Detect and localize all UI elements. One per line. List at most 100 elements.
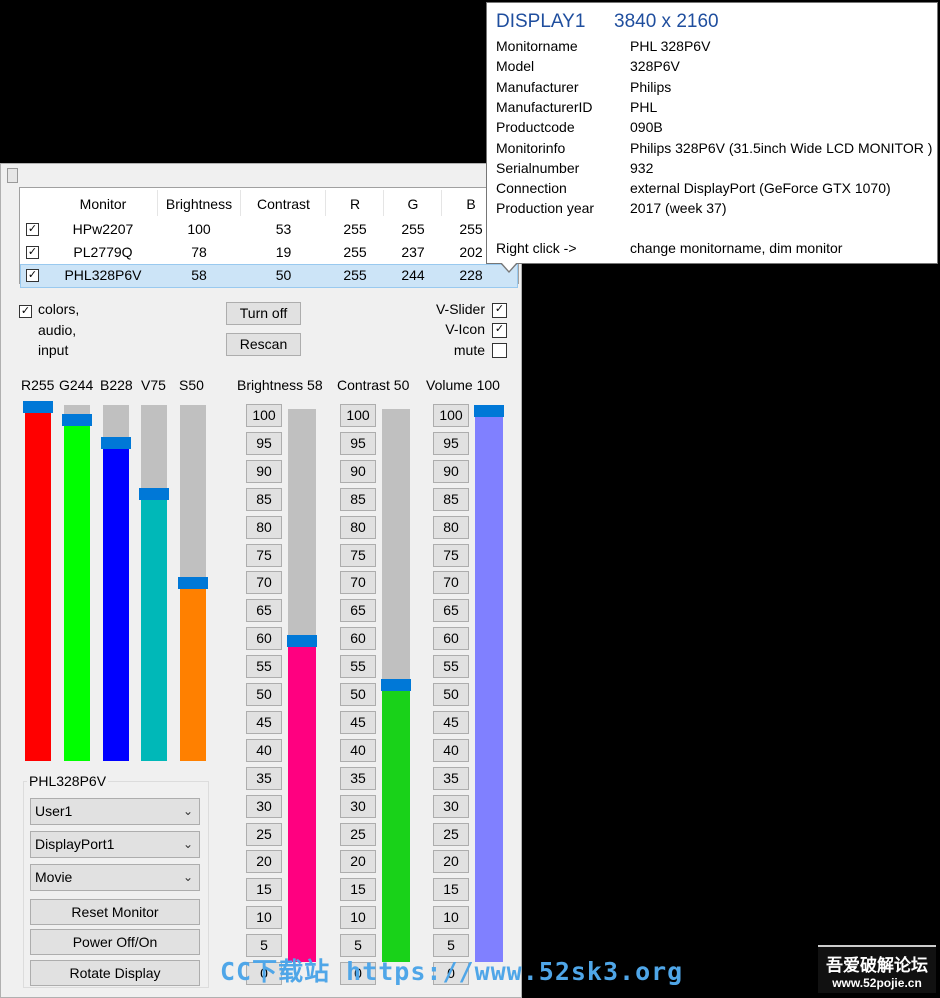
window-grip-icon[interactable] <box>7 168 18 183</box>
contrast-step-button-95[interactable]: 95 <box>340 431 376 455</box>
chevron-down-icon: ⌄ <box>182 837 193 851</box>
tooltip-key: Model <box>496 58 535 75</box>
column-header-g[interactable]: G <box>384 194 442 214</box>
contrast-step-button-40[interactable]: 40 <box>340 738 376 762</box>
monitor-info-tooltip: DISPLAY1 3840 x 2160 Monitorname PHL 328P… <box>486 2 938 264</box>
brightness-step-button-45[interactable]: 45 <box>246 710 282 734</box>
contrast-step-button-30[interactable]: 30 <box>340 794 376 818</box>
v-icon-label: V-Icon <box>445 321 485 337</box>
brightness-step-button-100[interactable]: 100 <box>246 404 282 427</box>
brightness-step-button-30[interactable]: 30 <box>246 794 282 818</box>
mute-checkbox[interactable] <box>492 343 507 358</box>
contrast-step-button-80[interactable]: 80 <box>340 515 376 539</box>
contrast-step-button-55[interactable]: 55 <box>340 655 376 679</box>
reset-monitor-button[interactable]: Reset Monitor <box>30 899 200 925</box>
table-row[interactable]: ✓ HPw2207 100 53 255 255 255 <box>20 218 518 242</box>
volume-step-button-60[interactable]: 60 <box>433 627 469 651</box>
column-header-brightness[interactable]: Brightness <box>158 194 240 214</box>
contrast-step-button-90[interactable]: 90 <box>340 459 376 483</box>
v-slider-checkbox[interactable]: ✓ <box>492 303 507 318</box>
volume-step-button-15[interactable]: 15 <box>433 878 469 902</box>
volume-step-button-45[interactable]: 45 <box>433 710 469 734</box>
row-checkbox[interactable]: ✓ <box>26 269 39 282</box>
brightness-step-button-65[interactable]: 65 <box>246 599 282 623</box>
brightness-step-button-25[interactable]: 25 <box>246 822 282 846</box>
contrast-step-button-100[interactable]: 100 <box>340 404 376 427</box>
rotate-display-button[interactable]: Rotate Display <box>30 960 200 986</box>
preset-select[interactable]: User1 ⌄ <box>30 798 200 825</box>
brightness-step-button-90[interactable]: 90 <box>246 459 282 483</box>
s-slider[interactable] <box>178 405 208 761</box>
brightness-step-button-85[interactable]: 85 <box>246 487 282 511</box>
brightness-step-button-50[interactable]: 50 <box>246 683 282 706</box>
cell-b: 228 <box>459 267 483 283</box>
mode-select[interactable]: Movie ⌄ <box>30 864 200 891</box>
v-slider-value-label: V75 <box>141 377 166 393</box>
row-checkbox[interactable]: ✓ <box>26 223 39 236</box>
brightness-step-button-75[interactable]: 75 <box>246 543 282 567</box>
contrast-step-button-10[interactable]: 10 <box>340 906 376 930</box>
volume-slider[interactable] <box>474 405 504 962</box>
row-checkbox[interactable]: ✓ <box>26 246 39 259</box>
volume-step-button-20[interactable]: 20 <box>433 850 469 874</box>
cell-contrast: 53 <box>275 221 292 237</box>
contrast-step-button-65[interactable]: 65 <box>340 599 376 623</box>
g-slider[interactable] <box>62 405 92 761</box>
r-slider[interactable] <box>23 401 53 761</box>
column-header-r[interactable]: R <box>326 194 384 214</box>
volume-step-button-85[interactable]: 85 <box>433 487 469 511</box>
colors-checkbox[interactable]: ✓ <box>19 305 32 318</box>
volume-step-button-100[interactable]: 100 <box>433 404 469 427</box>
volume-step-button-70[interactable]: 70 <box>433 571 469 595</box>
brightness-step-button-20[interactable]: 20 <box>246 850 282 874</box>
volume-step-button-75[interactable]: 75 <box>433 543 469 567</box>
table-row[interactable]: ✓ PL2779Q 78 19 255 237 202 <box>20 241 518 265</box>
v-slider[interactable] <box>139 405 169 761</box>
input-select[interactable]: DisplayPort1 ⌄ <box>30 831 200 858</box>
volume-step-button-65[interactable]: 65 <box>433 599 469 623</box>
volume-step-button-25[interactable]: 25 <box>433 822 469 846</box>
contrast-step-button-60[interactable]: 60 <box>340 627 376 651</box>
contrast-step-button-45[interactable]: 45 <box>340 710 376 734</box>
contrast-slider[interactable] <box>381 409 411 962</box>
tooltip-value: external DisplayPort (GeForce GTX 1070) <box>630 180 891 197</box>
cell-g: 255 <box>401 221 425 237</box>
brightness-step-button-40[interactable]: 40 <box>246 738 282 762</box>
column-header-monitor[interactable]: Monitor <box>48 194 158 214</box>
turn-off-button[interactable]: Turn off <box>226 302 301 325</box>
monitor-table[interactable]: Monitor Brightness Contrast R G B ✓ HPw2… <box>19 187 519 288</box>
volume-step-button-50[interactable]: 50 <box>433 683 469 706</box>
brightness-slider[interactable] <box>287 409 317 962</box>
brightness-step-button-60[interactable]: 60 <box>246 627 282 651</box>
volume-step-button-40[interactable]: 40 <box>433 738 469 762</box>
brightness-step-button-55[interactable]: 55 <box>246 655 282 679</box>
volume-step-button-80[interactable]: 80 <box>433 515 469 539</box>
contrast-step-button-70[interactable]: 70 <box>340 571 376 595</box>
brightness-step-button-35[interactable]: 35 <box>246 766 282 790</box>
volume-step-button-95[interactable]: 95 <box>433 431 469 455</box>
v-icon-checkbox[interactable]: ✓ <box>492 323 507 338</box>
table-row-selected[interactable]: ✓ PHL328P6V 58 50 255 244 228 <box>20 264 518 288</box>
contrast-step-button-75[interactable]: 75 <box>340 543 376 567</box>
preset-value: User1 <box>35 803 73 819</box>
brightness-step-button-15[interactable]: 15 <box>246 878 282 902</box>
brightness-step-button-80[interactable]: 80 <box>246 515 282 539</box>
volume-step-button-35[interactable]: 35 <box>433 766 469 790</box>
volume-step-button-55[interactable]: 55 <box>433 655 469 679</box>
power-toggle-button[interactable]: Power Off/On <box>30 929 200 955</box>
contrast-step-button-25[interactable]: 25 <box>340 822 376 846</box>
contrast-step-button-35[interactable]: 35 <box>340 766 376 790</box>
volume-step-button-90[interactable]: 90 <box>433 459 469 483</box>
column-header-contrast[interactable]: Contrast <box>241 194 326 214</box>
contrast-step-button-85[interactable]: 85 <box>340 487 376 511</box>
contrast-step-button-15[interactable]: 15 <box>340 878 376 902</box>
brightness-step-button-10[interactable]: 10 <box>246 906 282 930</box>
b-slider[interactable] <box>101 405 131 761</box>
brightness-step-button-95[interactable]: 95 <box>246 431 282 455</box>
contrast-step-button-20[interactable]: 20 <box>340 850 376 874</box>
volume-step-button-30[interactable]: 30 <box>433 794 469 818</box>
brightness-step-button-70[interactable]: 70 <box>246 571 282 595</box>
rescan-button[interactable]: Rescan <box>226 333 301 356</box>
volume-step-button-10[interactable]: 10 <box>433 906 469 930</box>
contrast-step-button-50[interactable]: 50 <box>340 683 376 706</box>
